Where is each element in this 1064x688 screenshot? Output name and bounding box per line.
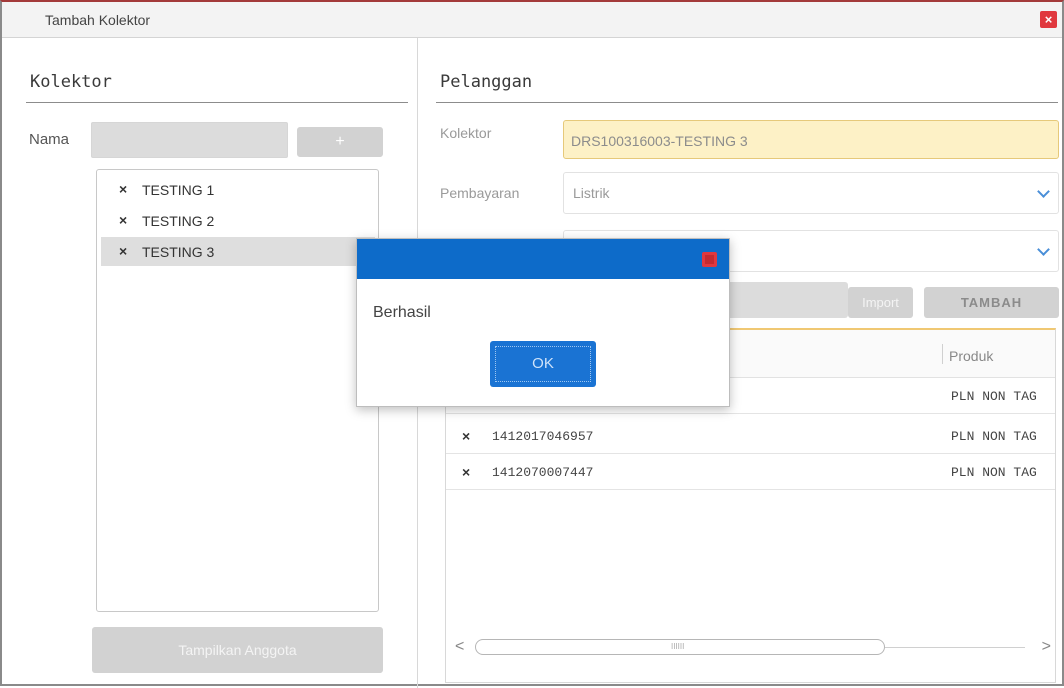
remove-icon[interactable]: × — [462, 428, 470, 444]
ok-button[interactable]: OK — [490, 341, 596, 387]
column-header-produk[interactable]: Produk — [949, 348, 993, 364]
remove-icon[interactable]: × — [119, 212, 127, 228]
tambah-kolektor-window: Tambah Kolektor × Kolektor Nama + × TEST… — [0, 0, 1064, 688]
row-id: 1412070007447 — [492, 465, 594, 480]
add-kolektor-button[interactable]: + — [297, 127, 383, 157]
row-produk: PLN NON TAG — [951, 429, 1037, 444]
chevron-down-icon — [1037, 185, 1050, 198]
kolektor-heading: Kolektor — [30, 72, 112, 92]
success-dialog: Berhasil OK — [356, 238, 730, 407]
member-item[interactable]: × TESTING 1 — [101, 175, 375, 204]
pembayaran-value: Listrik — [573, 185, 610, 201]
plus-icon: + — [335, 133, 345, 150]
remove-icon[interactable]: × — [119, 181, 127, 197]
member-name: TESTING 2 — [142, 213, 215, 229]
horizontal-scrollbar[interactable]: < IIIIII > — [455, 638, 1051, 658]
remove-icon[interactable]: × — [119, 243, 127, 259]
dialog-close-icon[interactable] — [702, 252, 717, 267]
pembayaran-select[interactable]: Listrik — [563, 172, 1059, 214]
table-row[interactable]: × 1412070007447 PLN NON TAG — [446, 454, 1055, 490]
nama-input[interactable] — [91, 122, 288, 158]
member-item-selected[interactable]: × TESTING 3 — [101, 237, 375, 266]
table-row[interactable]: × 1412017046957 PLN NON TAG — [446, 418, 1055, 454]
scroll-grip: IIIIII — [671, 642, 685, 651]
window-close-button[interactable]: × — [1040, 11, 1057, 28]
member-name: TESTING 1 — [142, 182, 215, 198]
pelanggan-heading: Pelanggan — [440, 72, 533, 92]
scroll-right-arrow[interactable]: > — [1042, 638, 1051, 656]
tampilkan-anggota-button[interactable]: Tampilkan Anggota — [92, 627, 383, 673]
dialog-header — [357, 239, 729, 279]
chevron-down-icon — [1037, 243, 1050, 256]
remove-icon[interactable]: × — [462, 464, 470, 480]
kolektor-member-list[interactable]: × TESTING 1 × TESTING 2 × TESTING 3 — [96, 169, 379, 612]
close-icon: × — [1044, 12, 1053, 27]
row-produk: PLN NON TAG — [951, 389, 1037, 404]
nama-label: Nama — [29, 131, 70, 148]
title-bar: Tambah Kolektor × — [2, 2, 1062, 38]
scroll-left-arrow[interactable]: < — [455, 638, 464, 656]
tambah-button[interactable]: TAMBAH — [924, 287, 1059, 318]
kolektor-label: Kolektor — [440, 125, 492, 141]
pelanggan-heading-rule — [436, 102, 1058, 103]
member-item[interactable]: × TESTING 2 — [101, 206, 375, 235]
kolektor-field[interactable]: DRS100316003-TESTING 3 — [563, 120, 1059, 159]
member-name: TESTING 3 — [142, 244, 215, 260]
row-produk: PLN NON TAG — [951, 465, 1037, 480]
pembayaran-label: Pembayaran — [440, 185, 520, 201]
kolektor-heading-rule — [26, 102, 408, 103]
import-button[interactable]: Import — [848, 287, 913, 318]
row-id: 1412017046957 — [492, 429, 594, 444]
column-separator — [942, 344, 943, 364]
window-title: Tambah Kolektor — [45, 12, 151, 28]
scroll-track[interactable] — [885, 647, 1025, 648]
scroll-thumb[interactable]: IIIIII — [475, 639, 885, 655]
dialog-message: Berhasil — [373, 304, 431, 321]
